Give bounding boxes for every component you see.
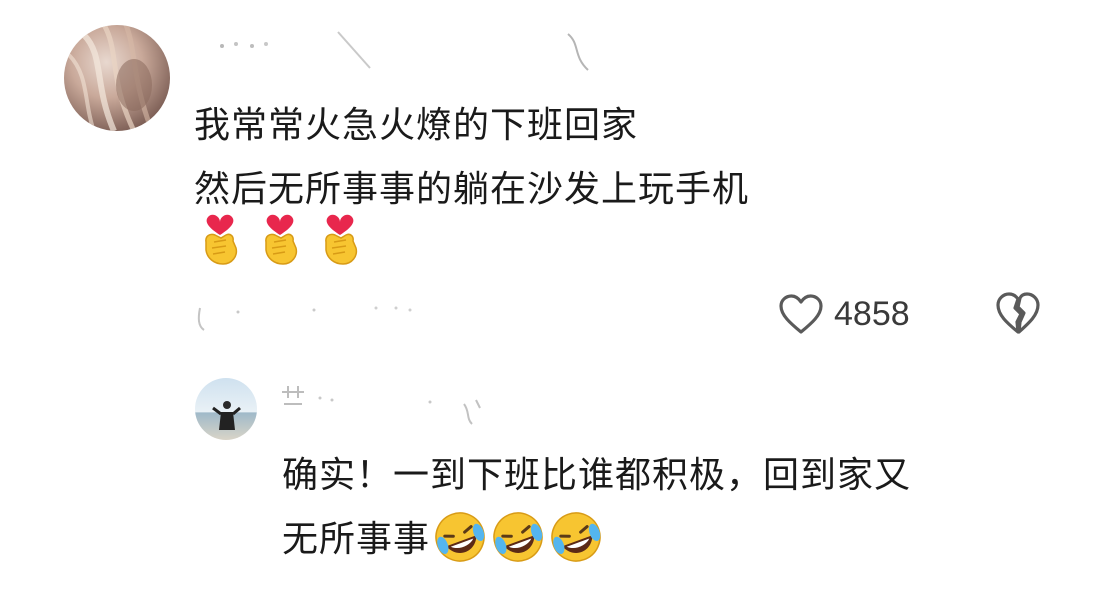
like-count: 4858 [834,294,910,333]
rolling-on-floor-laughing-icon [435,512,485,562]
comment-text: 我常常火急火燎的下班回家 然后无所事事的躺在沙发上玩手机 [194,94,974,222]
reply-line-text: 无所事事 [282,519,431,560]
finger-heart-icon [205,214,238,265]
reply-line: 无所事事 [282,508,1082,572]
rolling-on-floor-laughing-icon [551,512,601,562]
finger-heart-icon [325,214,358,265]
broken-heart-icon [996,292,1040,334]
username-blurred [280,378,510,428]
emoji-row [196,208,364,272]
avatar[interactable] [195,378,257,440]
reply-text: 确实！一到下班比谁都积极，回到家又 无所事事 [282,444,1082,572]
reply-line: 确实！一到下班比谁都积极，回到家又 [282,455,912,496]
heart-outline-icon [779,294,823,334]
username-blurred [208,24,628,74]
comment-line: 我常常火急火燎的下班回家 [194,105,639,146]
dislike-button[interactable] [994,290,1042,338]
finger-heart-icon [265,214,298,265]
comment-meta-blurred [196,300,436,340]
like-button[interactable]: 4858 [778,290,910,338]
avatar[interactable] [64,25,170,131]
rolling-on-floor-laughing-icon [493,512,543,562]
